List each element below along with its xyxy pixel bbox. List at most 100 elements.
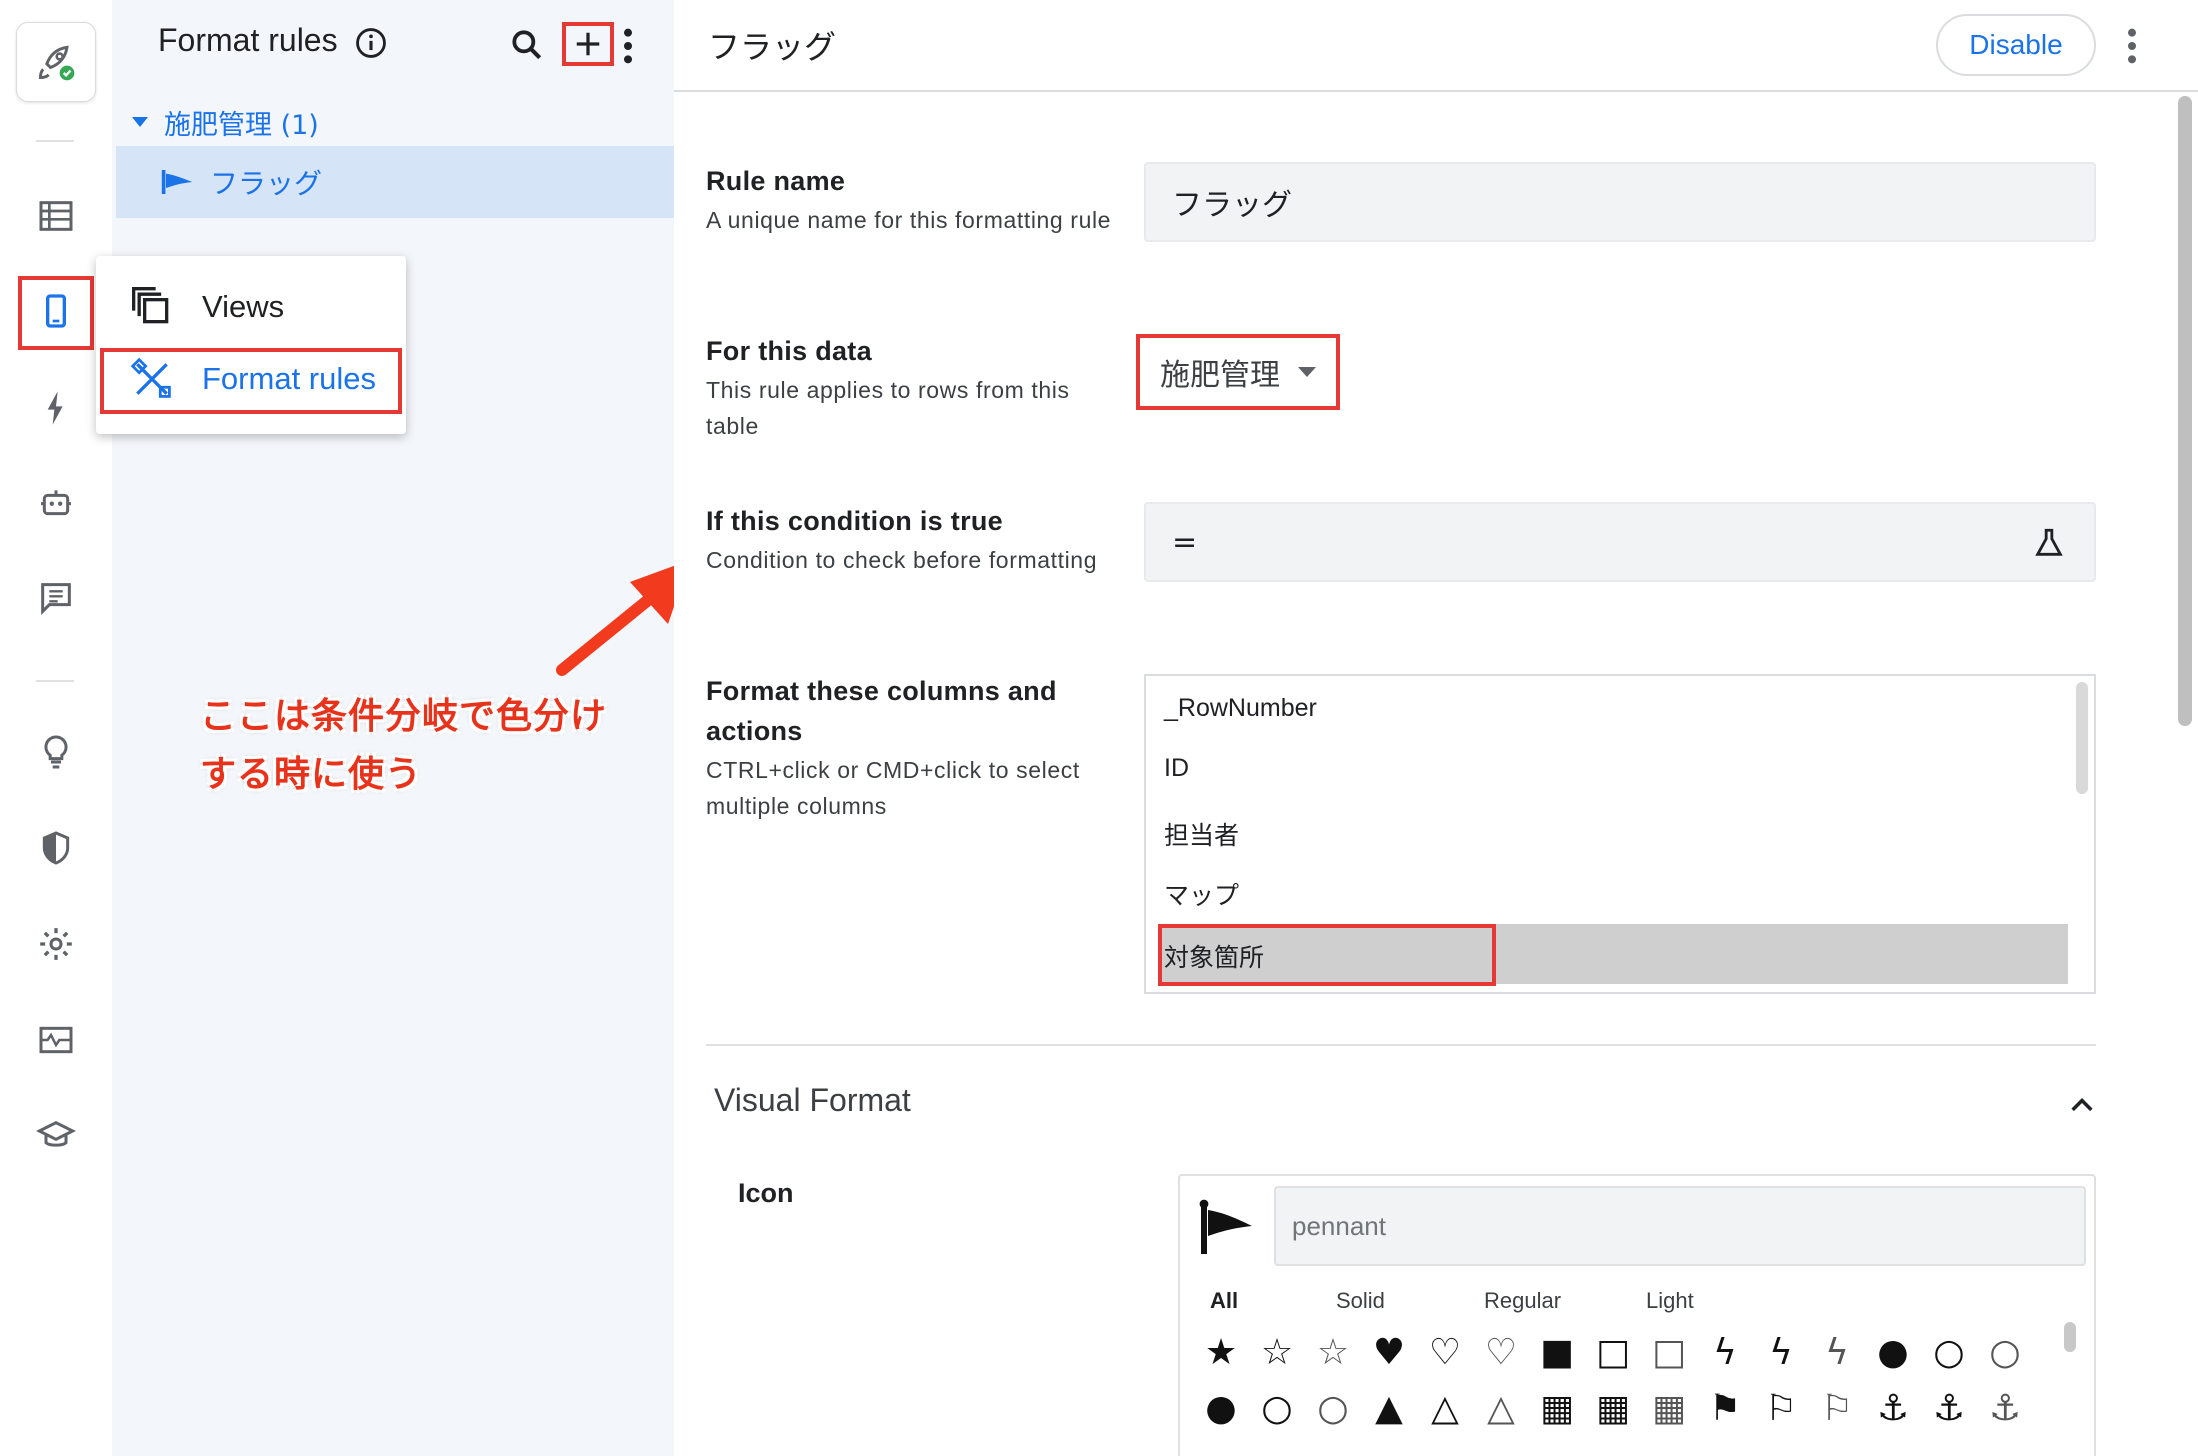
- listbox-scrollbar[interactable]: [2076, 682, 2088, 794]
- cubes-regular-icon[interactable]: ▦: [1588, 1384, 1638, 1434]
- rail-bot-button[interactable]: [28, 474, 84, 530]
- format-rules-title: Format rules: [158, 22, 338, 58]
- rail-learn-button[interactable]: [28, 1108, 84, 1164]
- rule-name-input[interactable]: フラッグ: [1144, 162, 2096, 242]
- plus-icon: [576, 32, 600, 56]
- lightbulb-solid-icon[interactable]: ●: [1196, 1384, 1246, 1434]
- star-light-icon[interactable]: ☆: [1308, 1328, 1358, 1378]
- rule-detail-title: フラッグ: [708, 28, 837, 66]
- rule-group-header[interactable]: 施肥管理 (1): [130, 100, 319, 144]
- menu-item-format-rules[interactable]: Format rules: [96, 344, 406, 414]
- disable-button[interactable]: Disable: [1936, 14, 2096, 76]
- rule-detail-header: フラッグ Disable: [674, 0, 2198, 92]
- monitor-icon: [39, 1026, 73, 1054]
- detail-scrollbar[interactable]: [2178, 96, 2192, 726]
- rail-monitor-button[interactable]: [28, 1012, 84, 1068]
- condition-help: Condition to check before formatting: [706, 547, 1098, 573]
- rail-app-button[interactable]: [28, 283, 84, 339]
- check-circle-light-icon[interactable]: ○: [1980, 1328, 2030, 1378]
- anchor-solid-icon[interactable]: ⚓: [1868, 1384, 1918, 1434]
- rail-chat-button[interactable]: [28, 570, 84, 626]
- chevron-down-icon: [1298, 367, 1316, 377]
- chevron-up-icon[interactable]: [2068, 1094, 2096, 1114]
- flag-regular-icon[interactable]: ⚐: [1756, 1384, 1806, 1434]
- rail-automation-button[interactable]: [28, 380, 84, 436]
- condition-input[interactable]: =: [1144, 502, 2096, 582]
- icon-tab-solid[interactable]: Solid: [1336, 1288, 1385, 1314]
- icon-tab-light[interactable]: Light: [1646, 1288, 1694, 1314]
- flask-icon[interactable]: [2032, 524, 2066, 562]
- columns-help: CTRL+click or CMD+click to select multip…: [706, 757, 1080, 819]
- column-option[interactable]: _RowNumber: [1164, 694, 1317, 723]
- condition-value: =: [1172, 524, 1198, 560]
- flag-solid-icon[interactable]: ⚑: [1700, 1384, 1750, 1434]
- icon-grid-scrollbar[interactable]: [2064, 1322, 2076, 1352]
- columns-label-line-1: Format these columns and: [706, 676, 1057, 706]
- column-option[interactable]: マップ: [1164, 876, 1239, 912]
- chat-icon: [41, 583, 71, 615]
- check-circle-regular-icon[interactable]: ○: [1924, 1328, 1974, 1378]
- icon-search-input[interactable]: pennant: [1274, 1186, 2086, 1266]
- rail-data-button[interactable]: [28, 188, 84, 244]
- cube-regular-icon[interactable]: □: [1588, 1328, 1638, 1378]
- icon-search-value: pennant: [1292, 1210, 1386, 1241]
- column-option-selected[interactable]: 対象箇所: [1164, 938, 1264, 974]
- bolt-light-icon[interactable]: ϟ: [1812, 1328, 1862, 1378]
- flag-light-icon[interactable]: ⚐: [1812, 1384, 1862, 1434]
- rule-name-value: フラッグ: [1172, 188, 1292, 223]
- rule-list-item-label: フラッグ: [210, 167, 323, 200]
- bolt-regular-icon[interactable]: ϟ: [1756, 1328, 1806, 1378]
- format-rules-icon: [130, 357, 171, 398]
- lightbulb-regular-icon[interactable]: ○: [1252, 1384, 1302, 1434]
- bell-regular-icon[interactable]: △: [1420, 1384, 1470, 1434]
- check-circle-solid-icon[interactable]: ●: [1868, 1328, 1918, 1378]
- table-select-value: 施肥管理: [1160, 358, 1280, 393]
- columns-listbox[interactable]: _RowNumber ID 担当者 マップ 対象箇所: [1144, 674, 2096, 994]
- lightbulb-light-icon[interactable]: ○: [1308, 1384, 1358, 1434]
- visual-format-title: Visual Format: [714, 1082, 911, 1118]
- menu-item-views-label: Views: [202, 289, 285, 324]
- more-vert-icon[interactable]: [2122, 26, 2142, 66]
- pennant-icon: [161, 170, 193, 194]
- add-rule-button[interactable]: [562, 22, 614, 66]
- left-nav-rail: [0, 0, 112, 1456]
- rail-settings-button[interactable]: [28, 916, 84, 972]
- anchor-light-icon[interactable]: ⚓: [1980, 1384, 2030, 1434]
- heart-solid-icon[interactable]: ♥: [1364, 1328, 1414, 1378]
- anchor-regular-icon[interactable]: ⚓: [1924, 1384, 1974, 1434]
- pennant-icon: [1199, 1199, 1252, 1254]
- icon-tab-all[interactable]: All: [1210, 1288, 1238, 1314]
- views-icon: [132, 287, 169, 324]
- table-icon: [39, 201, 73, 231]
- condition-label: If this condition is true: [706, 506, 1003, 536]
- cubes-solid-icon[interactable]: ▦: [1532, 1384, 1582, 1434]
- cubes-light-icon[interactable]: ▦: [1644, 1384, 1694, 1434]
- icon-tab-regular[interactable]: Regular: [1484, 1288, 1561, 1314]
- table-select[interactable]: 施肥管理: [1136, 334, 1340, 410]
- more-vert-icon[interactable]: [618, 26, 638, 66]
- phone-view-icon: [46, 294, 66, 328]
- column-option[interactable]: 担当者: [1164, 816, 1239, 852]
- menu-item-format-rules-label: Format rules: [202, 361, 376, 396]
- for-this-data-help: This rule applies to rows from this tabl…: [706, 377, 1070, 439]
- bell-solid-icon[interactable]: ▲: [1364, 1384, 1414, 1434]
- bell-light-icon[interactable]: △: [1476, 1384, 1526, 1434]
- search-icon[interactable]: [508, 26, 546, 64]
- column-option[interactable]: ID: [1164, 754, 1189, 783]
- rail-intelligence-button[interactable]: [28, 724, 84, 780]
- rail-divider: [36, 680, 74, 682]
- menu-item-views[interactable]: Views: [96, 272, 406, 342]
- heart-light-icon[interactable]: ♡: [1476, 1328, 1526, 1378]
- rule-list-item[interactable]: フラッグ: [116, 146, 674, 218]
- star-solid-icon[interactable]: ★: [1196, 1328, 1246, 1378]
- app-logo[interactable]: [16, 22, 96, 102]
- cube-light-icon[interactable]: □: [1644, 1328, 1694, 1378]
- bolt-solid-icon[interactable]: ϟ: [1700, 1328, 1750, 1378]
- rail-security-button[interactable]: [28, 820, 84, 876]
- cube-solid-icon[interactable]: ■: [1532, 1328, 1582, 1378]
- star-regular-icon[interactable]: ☆: [1252, 1328, 1302, 1378]
- selected-column-highlight: [1160, 924, 2068, 984]
- info-icon[interactable]: [354, 26, 388, 60]
- graduation-cap-icon: [36, 1120, 76, 1147]
- heart-regular-icon[interactable]: ♡: [1420, 1328, 1470, 1378]
